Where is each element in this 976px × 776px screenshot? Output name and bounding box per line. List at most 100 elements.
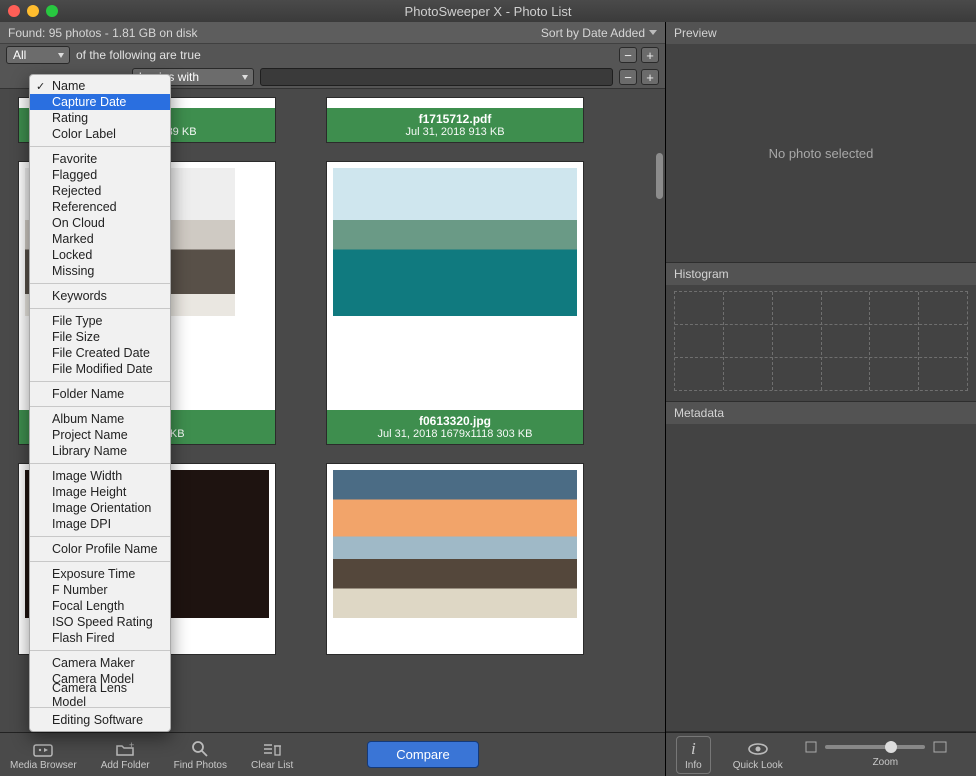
- add-rule-button[interactable]: +: [641, 47, 659, 63]
- media-browser-icon: [33, 739, 53, 759]
- dropdown-item[interactable]: ISO Speed Rating: [30, 614, 170, 630]
- dropdown-item[interactable]: Keywords: [30, 288, 170, 304]
- dropdown-item[interactable]: File Created Date: [30, 345, 170, 361]
- photo-info: Jul 31, 2018 913 KB: [329, 126, 581, 138]
- zoom-control[interactable]: Zoom: [805, 741, 966, 768]
- close-icon[interactable]: [8, 5, 20, 17]
- tool-label: Add Folder: [101, 760, 150, 771]
- right-bottom-toolbar: i Info Quick Look Zoom: [666, 732, 976, 776]
- photo-filename: f1715712.pdf: [329, 112, 581, 126]
- dropdown-item[interactable]: Camera Maker: [30, 655, 170, 671]
- dropdown-item[interactable]: Missing: [30, 263, 170, 279]
- media-browser-button[interactable]: Media Browser: [10, 739, 77, 771]
- dropdown-item[interactable]: Capture Date: [30, 94, 170, 110]
- tool-label: Find Photos: [174, 760, 227, 771]
- dropdown-item[interactable]: File Modified Date: [30, 361, 170, 377]
- dropdown-item[interactable]: Project Name: [30, 427, 170, 443]
- quick-look-button[interactable]: Quick Look: [733, 739, 783, 771]
- add-folder-button[interactable]: + Add Folder: [101, 739, 150, 771]
- info-icon: i: [691, 739, 696, 759]
- photo-card[interactable]: [326, 463, 584, 655]
- photo-thumbnail: [333, 470, 577, 618]
- dropdown-item[interactable]: Camera Lens Model: [30, 687, 170, 703]
- dropdown-item[interactable]: Album Name: [30, 411, 170, 427]
- histogram-header: Histogram: [666, 263, 976, 285]
- dropdown-item[interactable]: Library Name: [30, 443, 170, 459]
- dropdown-item[interactable]: Focal Length: [30, 598, 170, 614]
- search-icon: [191, 739, 209, 759]
- zoom-in-icon[interactable]: [933, 741, 947, 753]
- photo-info: Jul 31, 2018 1679x1118 303 KB: [329, 428, 581, 440]
- histogram-placeholder: [674, 291, 968, 391]
- dropdown-separator: [30, 650, 170, 651]
- rule-value-input[interactable]: [260, 68, 613, 86]
- photo-card[interactable]: f1715712.pdfJul 31, 2018 913 KB: [326, 97, 584, 143]
- tool-label: Clear List: [251, 760, 293, 771]
- zoom-slider[interactable]: [825, 745, 925, 749]
- dropdown-item[interactable]: Referenced: [30, 199, 170, 215]
- scrollbar[interactable]: [656, 153, 663, 199]
- dropdown-item[interactable]: Image Height: [30, 484, 170, 500]
- tool-label: Info: [685, 760, 702, 771]
- minimize-icon[interactable]: [27, 5, 39, 17]
- dropdown-item[interactable]: Color Profile Name: [30, 541, 170, 557]
- match-scope-select[interactable]: All: [6, 46, 70, 64]
- svg-text:+: +: [129, 741, 134, 750]
- dropdown-item[interactable]: F Number: [30, 582, 170, 598]
- photo-card[interactable]: f0613320.jpgJul 31, 2018 1679x1118 303 K…: [326, 161, 584, 445]
- photo-filename: f0613320.jpg: [329, 414, 581, 428]
- dropdown-item[interactable]: On Cloud: [30, 215, 170, 231]
- info-button[interactable]: i Info: [676, 736, 711, 774]
- find-photos-button[interactable]: Find Photos: [174, 739, 227, 771]
- dropdown-separator: [30, 283, 170, 284]
- clear-list-button[interactable]: Clear List: [251, 739, 293, 771]
- dropdown-separator: [30, 381, 170, 382]
- chevron-down-icon: [649, 30, 657, 35]
- dropdown-item[interactable]: Folder Name: [30, 386, 170, 402]
- dropdown-separator: [30, 406, 170, 407]
- dropdown-item[interactable]: Image Width: [30, 468, 170, 484]
- sort-menu[interactable]: Sort by Date Added: [541, 26, 657, 40]
- dropdown-item[interactable]: Editing Software: [30, 712, 170, 728]
- dropdown-separator: [30, 561, 170, 562]
- dropdown-item[interactable]: Favorite: [30, 151, 170, 167]
- sort-label: Sort by Date Added: [541, 26, 645, 40]
- dropdown-item[interactable]: Marked: [30, 231, 170, 247]
- dropdown-item[interactable]: Flagged: [30, 167, 170, 183]
- metadata-header: Metadata: [666, 402, 976, 424]
- dropdown-item[interactable]: Rejected: [30, 183, 170, 199]
- dropdown-item[interactable]: Image Orientation: [30, 500, 170, 516]
- zoom-icon[interactable]: [46, 5, 58, 17]
- window-title: PhotoSweeper X - Photo List: [405, 4, 572, 19]
- dropdown-item[interactable]: Color Label: [30, 126, 170, 142]
- remove-rule-button[interactable]: −: [619, 69, 637, 85]
- bottom-toolbar: Media Browser + Add Folder Find Photos C…: [0, 732, 665, 776]
- photo-thumbnail: [333, 168, 577, 316]
- dropdown-item[interactable]: Rating: [30, 110, 170, 126]
- dropdown-item[interactable]: File Size: [30, 329, 170, 345]
- status-bar: Found: 95 photos - 1.81 GB on disk Sort …: [0, 22, 665, 44]
- field-dropdown[interactable]: NameCapture DateRatingColor Label Favorit…: [29, 74, 171, 732]
- dropdown-item[interactable]: Name: [30, 78, 170, 94]
- dropdown-separator: [30, 308, 170, 309]
- preview-empty-text: No photo selected: [666, 44, 976, 262]
- compare-button[interactable]: Compare: [367, 741, 478, 768]
- zoom-out-icon[interactable]: [805, 741, 817, 753]
- dropdown-item[interactable]: Image DPI: [30, 516, 170, 532]
- add-folder-icon: +: [115, 739, 135, 759]
- dropdown-item[interactable]: Exposure Time: [30, 566, 170, 582]
- preview-header: Preview: [666, 22, 976, 44]
- dropdown-item[interactable]: Locked: [30, 247, 170, 263]
- add-rule-button[interactable]: +: [641, 69, 659, 85]
- dropdown-separator: [30, 463, 170, 464]
- titlebar: PhotoSweeper X - Photo List: [0, 0, 976, 22]
- dropdown-item[interactable]: Flash Fired: [30, 630, 170, 646]
- match-text: of the following are true: [76, 48, 201, 62]
- tool-label: Zoom: [873, 757, 899, 768]
- dropdown-separator: [30, 146, 170, 147]
- remove-rule-button[interactable]: −: [619, 47, 637, 63]
- found-count: Found: 95 photos - 1.81 GB on disk: [8, 26, 197, 40]
- eye-icon: [747, 739, 769, 759]
- dropdown-item[interactable]: File Type: [30, 313, 170, 329]
- tool-label: Media Browser: [10, 760, 77, 771]
